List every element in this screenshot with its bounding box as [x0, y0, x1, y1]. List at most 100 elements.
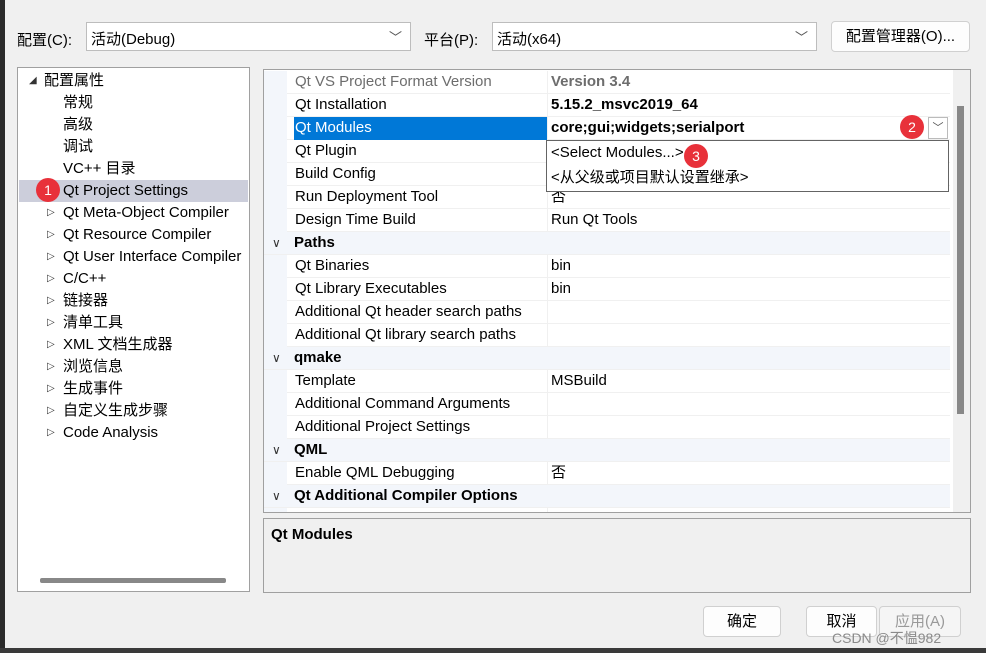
tree-root-label: 配置属性	[44, 72, 105, 89]
platform-value: 活动(x64)	[497, 31, 562, 48]
tree-item[interactable]: ▷ XML 文档生成器	[19, 334, 248, 356]
collapsed-triangle-icon: ▷	[47, 339, 55, 350]
property-value[interactable]: 否	[551, 462, 566, 484]
property-row[interactable]: Additional Options -Zc:rvalueCast -Zc:inl…	[264, 508, 950, 512]
property-grid: Qt VS Project Format Version Version 3.4 Q…	[263, 69, 971, 513]
chevron-down-icon: ∨	[272, 443, 281, 457]
row-gutter	[264, 94, 287, 117]
column-divider	[547, 462, 548, 485]
watermark: CSDN @不愠982	[832, 630, 942, 646]
property-row[interactable]: Additional Command Arguments	[264, 393, 950, 416]
property-row[interactable]: Additional Project Settings	[264, 416, 950, 439]
scrollbar-thumb[interactable]	[957, 106, 964, 414]
config-label: 配置(C):	[17, 32, 72, 49]
chevron-down-icon: ﹀	[794, 30, 808, 45]
horizontal-scrollbar[interactable]	[40, 578, 226, 583]
tree-item[interactable]: ▷ 生成事件	[19, 378, 248, 400]
vertical-scrollbar[interactable]	[953, 70, 970, 512]
property-row[interactable]: Qt Installation 5.15.2_msvc2019_64	[264, 94, 950, 117]
tree-root[interactable]: ◢ 配置属性	[19, 70, 248, 92]
row-gutter	[264, 324, 287, 347]
row-gutter	[264, 462, 287, 485]
config-value: 活动(Debug)	[91, 31, 176, 48]
property-row[interactable]: Qt VS Project Format Version Version 3.4	[264, 71, 950, 94]
category-label: Qt Additional Compiler Options	[294, 487, 518, 504]
tree-item-label: C/C++	[63, 270, 107, 287]
tree-item-label: XML 文档生成器	[63, 336, 173, 353]
property-value[interactable]: MSBuild	[551, 370, 607, 392]
property-value[interactable]: core;gui;widgets;serialport	[551, 117, 744, 139]
config-combobox[interactable]: 活动(Debug) ﹀	[86, 22, 411, 51]
dropdown-toggle-button[interactable]: ﹀	[928, 117, 948, 139]
tree-item[interactable]: 高级	[19, 114, 248, 136]
tree-item[interactable]: ▷ Qt User Interface Compiler	[19, 246, 248, 268]
property-row[interactable]: Additional Qt library search paths	[264, 324, 950, 347]
property-value[interactable]: bin	[551, 278, 571, 300]
property-row[interactable]: Enable QML Debugging 否	[264, 462, 950, 485]
row-gutter	[264, 393, 287, 416]
collapsed-triangle-icon: ▷	[47, 317, 55, 328]
category-row[interactable]: ∨ qmake	[264, 347, 950, 370]
tree-item-label: VC++ 目录	[63, 160, 136, 177]
tree-item[interactable]: ▷ 链接器	[19, 290, 248, 312]
property-value[interactable]: 5.15.2_msvc2019_64	[551, 94, 698, 116]
property-value[interactable]: bin	[551, 255, 571, 277]
property-name: Build Config	[295, 165, 376, 182]
row-gutter	[264, 416, 287, 439]
row-gutter	[264, 301, 287, 324]
background-window-edge	[0, 0, 5, 653]
property-value[interactable]: Version 3.4	[551, 71, 630, 93]
category-label: QML	[294, 441, 328, 458]
tree-item[interactable]: ▷ Qt Meta-Object Compiler	[19, 202, 248, 224]
column-divider	[547, 255, 548, 278]
tree-item-label: Qt User Interface Compiler	[63, 248, 242, 265]
property-row[interactable]: Additional Qt header search paths	[264, 301, 950, 324]
tree-item[interactable]: ▷ Code Analysis	[19, 422, 248, 444]
ok-button[interactable]: 确定	[703, 606, 781, 637]
config-manager-button[interactable]: 配置管理器(O)...	[831, 21, 970, 52]
collapsed-triangle-icon: ▷	[47, 273, 55, 284]
column-divider	[547, 94, 548, 117]
column-divider	[547, 324, 548, 347]
row-gutter	[264, 508, 287, 512]
property-name: Qt Plugin	[295, 142, 357, 159]
category-row[interactable]: ∨ Qt Additional Compiler Options	[264, 485, 950, 508]
dialog-bottom-border	[0, 648, 986, 653]
property-row[interactable]: Qt Binaries bin	[264, 255, 950, 278]
category-row[interactable]: ∨ QML	[264, 439, 950, 462]
property-name: Additional Qt header search paths	[295, 303, 522, 320]
annotation-badge-3: 3	[684, 144, 708, 168]
dropdown-option-inherit[interactable]: <从父级或项目默认设置继承>	[551, 166, 749, 187]
property-value[interactable]: Run Qt Tools	[551, 209, 637, 231]
property-row[interactable]: Design Time Build Run Qt Tools	[264, 209, 950, 232]
tree-item[interactable]: 常规	[19, 92, 248, 114]
tree-item-label: Qt Project Settings	[63, 182, 189, 199]
tree-item[interactable]: ▷ 清单工具	[19, 312, 248, 334]
tree-item[interactable]: ▷ C/C++	[19, 268, 248, 290]
property-value[interactable]: -Zc:rvalueCast -Zc:inline -Zc:strictStri…	[551, 508, 939, 512]
property-name: Qt Installation	[295, 96, 387, 113]
tree-item[interactable]: VC++ 目录	[19, 158, 248, 180]
tree-item[interactable]: ▷ 自定义生成步骤	[19, 400, 248, 422]
row-gutter	[264, 117, 287, 140]
tree-item[interactable]: 调试	[19, 136, 248, 158]
property-name: Enable QML Debugging	[295, 464, 455, 481]
property-name: Qt Library Executables	[295, 280, 447, 297]
property-row[interactable]: Qt Modules core;gui;widgets;serialport	[264, 117, 950, 140]
property-row[interactable]: Template MSBuild	[264, 370, 950, 393]
collapsed-triangle-icon: ▷	[47, 229, 55, 240]
row-gutter	[264, 255, 287, 278]
category-label: Paths	[294, 234, 335, 251]
column-divider	[547, 209, 548, 232]
column-divider	[547, 117, 548, 140]
property-row[interactable]: Qt Library Executables bin	[264, 278, 950, 301]
chevron-down-icon: ∨	[272, 236, 281, 250]
row-gutter	[264, 278, 287, 301]
category-row[interactable]: ∨ Paths	[264, 232, 950, 255]
tree-item[interactable]: ▷ Qt Resource Compiler	[19, 224, 248, 246]
property-name: Design Time Build	[295, 211, 416, 228]
tree-item[interactable]: ▷ 浏览信息	[19, 356, 248, 378]
collapsed-triangle-icon: ▷	[47, 405, 55, 416]
dropdown-option-select-modules[interactable]: <Select Modules...>	[551, 144, 684, 161]
platform-combobox[interactable]: 活动(x64) ﹀	[492, 22, 817, 51]
